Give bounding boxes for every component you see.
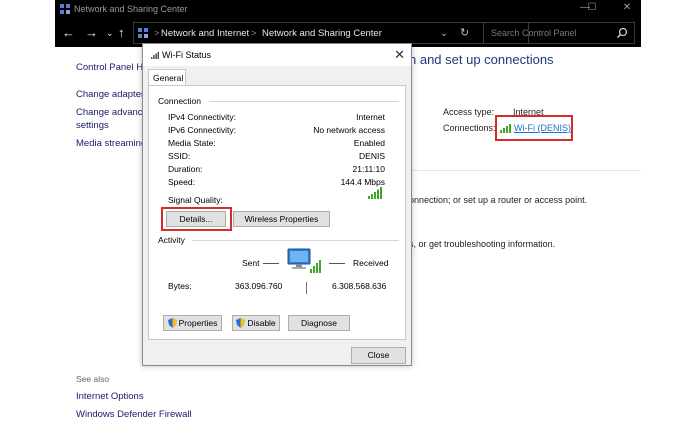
properties-button[interactable]: Properties [163, 315, 222, 331]
breadcrumb-separator: > [154, 28, 160, 39]
control-panel-home-link[interactable]: Control Panel Ho [76, 62, 148, 73]
uac-shield-icon [167, 318, 177, 328]
duration-value: 21:11:10 [352, 164, 385, 174]
network-center-icon [138, 28, 148, 38]
setup-connection-text: onnection; or set up a router or access … [409, 195, 588, 205]
ssid-label: SSID: [168, 151, 191, 161]
properties-button-label: Properties [178, 318, 218, 328]
close-button[interactable]: Close [351, 347, 406, 364]
address-dropdown-button[interactable]: ⌄ [440, 28, 448, 39]
connections-label: Connections: [443, 123, 496, 133]
received-label: Received [353, 258, 389, 268]
refresh-button[interactable]: ↻ [460, 26, 469, 39]
ipv4-label: IPv4 Connectivity: [168, 112, 237, 122]
diagnose-button[interactable]: Diagnose [288, 315, 350, 331]
speed-label: Speed: [168, 177, 195, 187]
disable-button-label: Disable [247, 318, 276, 328]
close-window-button[interactable]: ✕ [617, 2, 637, 13]
bytes-label: Bytes: [168, 281, 192, 291]
breadcrumb-separator: > [251, 28, 257, 39]
section-divider [409, 170, 641, 171]
page-heading: n and set up connections [409, 52, 554, 67]
back-button[interactable]: ← [62, 25, 75, 40]
wifi-status-dialog: Wi-Fi Status ✕ General Connection IPv4 C… [142, 43, 412, 366]
signal-strength-icon [368, 187, 382, 199]
access-type-label: Access type: [443, 107, 495, 117]
wireless-properties-button[interactable]: Wireless Properties [233, 211, 330, 227]
sent-line [263, 263, 279, 264]
media-state-value: Enabled [353, 138, 385, 148]
general-panel: Connection IPv4 Connectivity: Internet I… [148, 85, 406, 340]
see-also-heading: See also [76, 374, 110, 384]
troubleshoot-text: s, or get troubleshooting information. [409, 239, 556, 249]
breadcrumb-network-sharing[interactable]: Network and Sharing Center [262, 28, 382, 39]
search-icon [616, 27, 628, 39]
firewall-link[interactable]: Windows Defender Firewall [76, 409, 192, 420]
maximize-button[interactable]: ☐ [582, 2, 602, 13]
tab-general[interactable]: General [148, 69, 186, 86]
wifi-connection-link[interactable]: Wi-Fi (DENIS) [514, 123, 571, 133]
change-advanced-sharing-link-line2[interactable]: settings [76, 120, 109, 131]
received-line [329, 263, 345, 264]
dialog-close-icon[interactable]: ✕ [394, 47, 405, 63]
disable-button[interactable]: Disable [232, 315, 280, 331]
speed-value: 144.4 Mbps [340, 177, 385, 187]
window-title: Network and Sharing Center [74, 4, 188, 14]
ipv4-value: Internet [356, 112, 385, 122]
forward-button[interactable]: → [85, 25, 98, 40]
breadcrumb-network-internet[interactable]: Network and Internet [161, 28, 249, 39]
uac-shield-icon [236, 318, 246, 328]
dialog-titlebar: Wi-Fi Status ✕ [143, 44, 411, 66]
ssid-value: DENIS [359, 151, 385, 161]
tab-general-label: General [153, 73, 184, 83]
duration-label: Duration: [168, 164, 203, 174]
search-input[interactable]: Search Control Panel [483, 22, 635, 44]
ipv6-value: No network access [313, 125, 385, 135]
details-highlight [161, 207, 232, 231]
connection-highlight: Wi-Fi (DENIS) [495, 115, 573, 141]
group-divider [209, 101, 399, 102]
internet-options-link[interactable]: Internet Options [76, 391, 144, 402]
ipv6-label: IPv6 Connectivity: [168, 125, 237, 135]
recent-locations-button[interactable]: ⌄ [106, 28, 114, 39]
sent-label: Sent [242, 258, 260, 268]
bytes-sent-value: 363.096.760 [235, 281, 283, 291]
group-divider [192, 240, 399, 241]
up-button[interactable]: ↑ [118, 25, 125, 40]
media-streaming-link[interactable]: Media streaming [76, 138, 146, 149]
search-placeholder: Search Control Panel [491, 28, 577, 38]
media-state-label: Media State: [168, 138, 216, 148]
signal-quality-label: Signal Quality: [168, 195, 223, 205]
address-box[interactable]: > Network and Internet > Network and Sha… [133, 22, 529, 44]
wifi-signal-icon [151, 52, 159, 59]
wifi-signal-icon [500, 124, 511, 133]
network-center-icon [60, 4, 70, 14]
activity-group-label: Activity [158, 235, 187, 245]
bytes-divider [306, 282, 307, 294]
dialog-title: Wi-Fi Status [162, 50, 212, 60]
bytes-received-value: 6.308.568.636 [332, 281, 387, 291]
window-titlebar: Network and Sharing Center — ☐ ✕ [55, 0, 641, 19]
network-computer-icon [287, 248, 321, 273]
connection-group-label: Connection [158, 96, 204, 106]
change-adapter-settings-link[interactable]: Change adapter s [76, 89, 152, 100]
